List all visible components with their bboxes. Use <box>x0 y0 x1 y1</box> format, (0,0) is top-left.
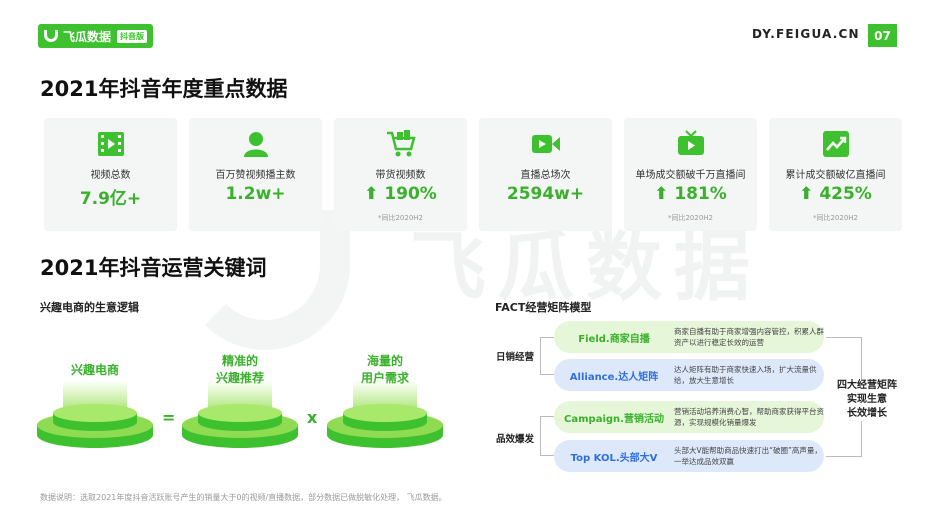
stat-value: 7.9亿+ <box>79 189 142 209</box>
result-text: 四大经营矩阵 实现生意 长效增长 <box>832 379 902 421</box>
cart-icon <box>386 129 416 159</box>
stat-label: 直播总场次 <box>520 170 571 181</box>
platform-pedestal <box>37 380 153 448</box>
stat-card: 单场成交额破千万直播间 ⬆ 181% *同比2020H2 <box>624 118 757 231</box>
stat-label: 带货视频数 <box>375 170 426 181</box>
site-url[interactable]: DY.FEIGUA.CN <box>752 27 860 41</box>
user-icon <box>241 129 271 159</box>
side-label-burst: 品效爆发 <box>496 434 535 445</box>
arrow-up-icon: ⬆ <box>799 184 814 204</box>
fact-name: Alliance.达人矩阵 <box>569 371 659 383</box>
trend-chart-icon <box>821 129 851 159</box>
fact-item[interactable]: Field.商家自播 商家自播有助于商家增强内容管控，积累人群资产以进行稳定长效… <box>554 321 824 353</box>
stat-label: 单场成交额破千万直播间 <box>635 170 746 181</box>
video-camera-icon <box>531 129 561 159</box>
fact-item[interactable]: Campaign.营销活动 营销活动培养消费心智，帮助商家获得平台资源，实现规模… <box>554 401 824 433</box>
times-sign: x <box>307 408 318 427</box>
film-icon <box>96 129 126 159</box>
stat-card: 带货视频数 ⬆ 190% *同比2020H2 <box>334 118 467 231</box>
fact-name: Top KOL.头部大V <box>570 452 658 464</box>
stats-cards: 视频总数 7.9亿+ 百万赞视频播主数 1.2w+ 带货视频数 ⬆ 190% *… <box>44 118 902 231</box>
fact-desc: 商家自播有助于商家增强内容管控，积累人群资产以进行稳定长效的运营 <box>674 327 824 347</box>
left-bracket <box>540 337 554 375</box>
stat-note: *同比2020H2 <box>377 214 424 222</box>
equals-sign: = <box>162 408 176 427</box>
stat-card: 直播总场次 2594w+ <box>479 118 612 231</box>
stat-card: 视频总数 7.9亿+ <box>44 118 177 231</box>
brand-name: 飞瓜数据 <box>63 29 112 44</box>
tv-icon <box>676 129 706 159</box>
stat-label: 百万赞视频播主数 <box>215 170 296 181</box>
right-subtitle: FACT经营矩阵模型 <box>495 301 592 314</box>
stat-label: 累计成交额破亿直播间 <box>785 170 886 181</box>
page-number: 07 <box>868 24 897 47</box>
stat-value: 2594w+ <box>506 184 585 204</box>
stat-value: ⬆ 425% <box>799 184 872 204</box>
left-bracket <box>540 416 554 456</box>
section1-title: 2021年抖音年度重点数据 <box>40 77 288 101</box>
platform-pedestal <box>327 380 443 448</box>
arrow-up-icon: ⬆ <box>654 184 669 204</box>
section2-title: 2021年抖音运营关键词 <box>40 256 267 280</box>
fact-desc: 营销活动培养消费心智，帮助商家获得平台资源，实现规模化销量爆发 <box>674 407 824 427</box>
fact-name: Campaign.营销活动 <box>564 413 664 425</box>
brand-logo[interactable]: 飞瓜数据 抖音版 <box>38 24 154 48</box>
stat-value: ⬆ 181% <box>654 184 727 204</box>
footer-note: 数据说明：选取2021年度抖音活跃账号产生的销量大于0的视频/直播数据，部分数据… <box>40 493 447 502</box>
stat-card: 累计成交额破亿直播间 ⬆ 425% *同比2020H2 <box>769 118 902 231</box>
stat-note: *同比2020H2 <box>812 214 859 222</box>
stat-note: *同比2020H2 <box>667 214 714 222</box>
feigua-logo-icon <box>44 30 58 42</box>
platform-label: 兴趣电商 <box>70 363 119 377</box>
stat-value: ⬆ 190% <box>364 184 437 204</box>
arrow-up-icon: ⬆ <box>364 184 379 204</box>
side-label-daily: 日销经营 <box>496 352 535 363</box>
stat-card: 百万赞视频播主数 1.2w+ <box>189 118 322 231</box>
fact-name: Field.商家自播 <box>578 333 650 345</box>
fact-item[interactable]: Top KOL.头部大V 头部大V能帮助商品快速打出“破圈”高声量，一举达成品效… <box>554 440 824 472</box>
fact-item[interactable]: Alliance.达人矩阵 达人矩阵有助于商家快速入场，扩大流量供给，放大生意增… <box>554 359 824 391</box>
stat-label: 视频总数 <box>90 170 131 181</box>
stat-value: 1.2w+ <box>225 184 286 204</box>
fact-desc: 头部大V能帮助商品快速打出“破圈”高声量，一举达成品效双赢 <box>674 446 822 466</box>
fact-desc: 达人矩阵有助于商家快速入场，扩大流量供给，放大生意增长 <box>674 365 817 385</box>
brand-tag: 抖音版 <box>117 29 148 43</box>
platform-pedestal <box>182 380 298 448</box>
left-subtitle: 兴趣电商的生意逻辑 <box>40 301 139 314</box>
